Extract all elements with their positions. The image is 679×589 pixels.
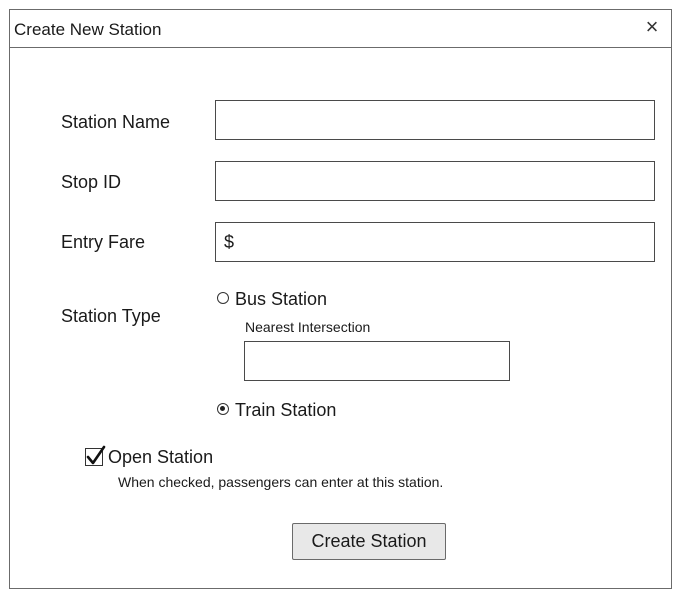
nearest-intersection-label: Nearest Intersection bbox=[245, 319, 371, 335]
station-name-label: Station Name bbox=[61, 112, 171, 132]
checkmark-icon bbox=[86, 445, 106, 465]
dialog-titlebar: Create New Station × bbox=[10, 10, 671, 48]
station-type-label: Station Type bbox=[61, 306, 161, 326]
nearest-intersection-input[interactable] bbox=[244, 341, 510, 381]
open-station-label: Open Station bbox=[108, 447, 214, 467]
train-station-label: Train Station bbox=[235, 400, 337, 420]
train-station-radio[interactable] bbox=[217, 403, 229, 415]
bus-station-radio[interactable] bbox=[217, 292, 229, 304]
entry-fare-input[interactable] bbox=[215, 222, 655, 262]
close-icon[interactable]: × bbox=[641, 14, 663, 40]
open-station-help: When checked, passengers can enter at th… bbox=[118, 474, 444, 490]
open-station-checkbox[interactable] bbox=[85, 445, 106, 466]
create-station-button[interactable]: Create Station bbox=[292, 523, 446, 560]
entry-fare-label: Entry Fare bbox=[61, 232, 146, 252]
stop-id-label: Stop ID bbox=[61, 172, 122, 192]
stop-id-input[interactable] bbox=[215, 161, 655, 201]
bus-station-label: Bus Station bbox=[235, 289, 328, 309]
station-name-input[interactable] bbox=[215, 100, 655, 140]
dialog-title: Create New Station bbox=[14, 20, 162, 39]
create-station-dialog: Create New Station × Station Name Stop I… bbox=[9, 9, 672, 589]
